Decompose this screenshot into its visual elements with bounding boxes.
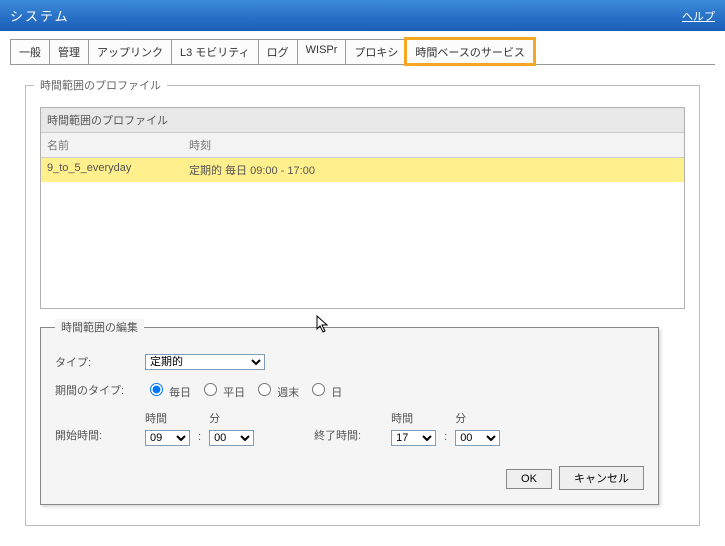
- tab-6[interactable]: プロキシ: [345, 39, 407, 64]
- colon: :: [440, 431, 451, 443]
- end-min-select[interactable]: 00: [455, 430, 500, 446]
- end-min-header: 分: [455, 410, 466, 426]
- ok-button[interactable]: OK: [506, 469, 552, 489]
- radio-weekend[interactable]: 週末: [253, 380, 299, 400]
- page-title: システム: [10, 6, 70, 25]
- col-name-header: 名前: [41, 133, 183, 157]
- tab-2[interactable]: アップリンク: [88, 39, 172, 64]
- profile-list-head: 名前 時刻: [41, 133, 684, 158]
- tab-3[interactable]: L3 モビリティ: [171, 39, 259, 64]
- help-link[interactable]: ヘルプ: [682, 11, 715, 23]
- profile-fieldset: 時間範囲のプロファイル 時間範囲のプロファイル 名前 時刻 9_to_5_eve…: [25, 85, 700, 526]
- end-hour-select[interactable]: 17: [391, 430, 436, 446]
- tab-0[interactable]: 一般: [10, 39, 50, 64]
- radio-weekday[interactable]: 平日: [199, 380, 245, 400]
- tab-4[interactable]: ログ: [258, 39, 298, 64]
- row-name: 9_to_5_everyday: [41, 158, 183, 182]
- tab-7[interactable]: 時間ベースのサービス: [406, 39, 533, 64]
- profile-list-title: 時間範囲のプロファイル: [41, 108, 684, 133]
- start-hour-header: 時間: [145, 410, 167, 426]
- tab-1[interactable]: 管理: [49, 39, 89, 64]
- row-time: 定期的 毎日 09:00 - 17:00: [183, 158, 684, 182]
- start-min-select[interactable]: 00: [209, 430, 254, 446]
- profile-legend: 時間範囲のプロファイル: [34, 77, 167, 93]
- period-label: 期間のタイプ:: [55, 382, 145, 398]
- profile-list: 時間範囲のプロファイル 名前 時刻 9_to_5_everyday 定期的 毎日…: [40, 107, 685, 309]
- tab-5[interactable]: WISPr: [297, 39, 347, 64]
- radio-daily[interactable]: 毎日: [145, 380, 191, 400]
- edit-panel: 時間範囲の編集 タイプ: 定期的 期間のタイプ: 毎日 平日 週末 日 開始時間…: [40, 327, 659, 505]
- start-min-header: 分: [209, 410, 220, 426]
- cancel-button[interactable]: キャンセル: [559, 466, 644, 490]
- start-hour-select[interactable]: 09: [145, 430, 190, 446]
- type-select[interactable]: 定期的: [145, 354, 265, 370]
- edit-legend: 時間範囲の編集: [55, 319, 144, 335]
- start-label: 開始時間:: [55, 427, 145, 443]
- type-label: タイプ:: [55, 354, 145, 370]
- end-label: 終了時間:: [314, 427, 361, 443]
- col-time-header: 時刻: [183, 133, 684, 157]
- table-row[interactable]: 9_to_5_everyday 定期的 毎日 09:00 - 17:00: [41, 158, 684, 182]
- colon: :: [194, 431, 205, 443]
- tab-bar: 一般管理アップリンクL3 モビリティログWISPrプロキシ時間ベースのサービス: [10, 39, 715, 65]
- end-hour-header: 時間: [391, 410, 413, 426]
- radio-day[interactable]: 日: [307, 380, 342, 400]
- page-header: システム ヘルプ: [0, 0, 725, 31]
